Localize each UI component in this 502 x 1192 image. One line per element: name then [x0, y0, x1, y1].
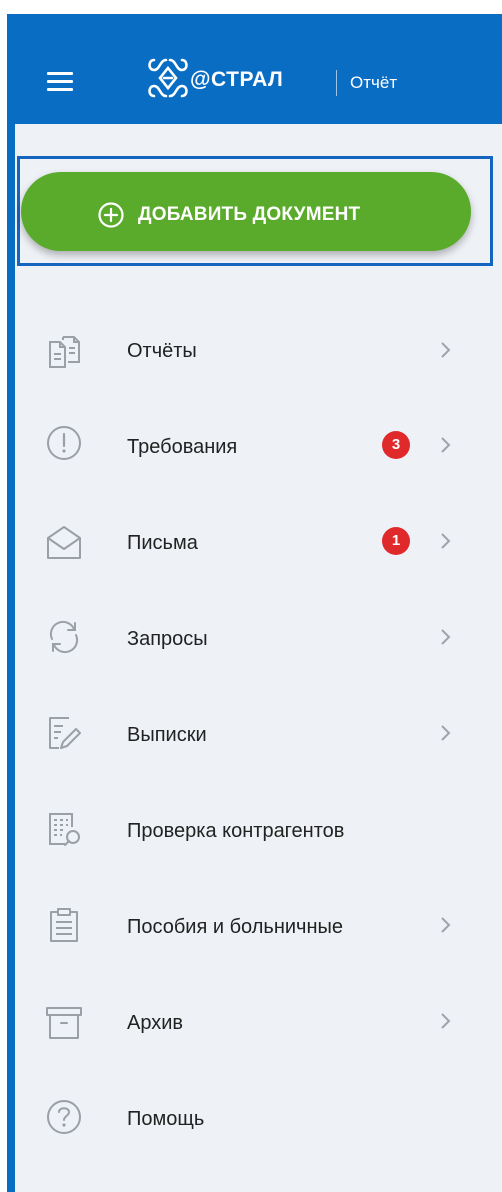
menu-item-label: Отчёты: [127, 340, 197, 362]
hamburger-menu-icon[interactable]: [47, 72, 73, 92]
envelope-icon: [47, 526, 81, 559]
chevron-right-icon: [441, 917, 451, 933]
menu-item-label: Запросы: [127, 628, 208, 650]
documents-icon: [49, 336, 80, 368]
menu-item-label: Проверка контрагентов: [127, 820, 345, 842]
refresh-icon: [49, 620, 79, 654]
menu-item-counterparty-check[interactable]: Проверка контрагентов: [15, 782, 502, 878]
exclamation-circle-icon: [47, 426, 81, 460]
menu-item-label: Выписки: [127, 724, 207, 746]
menu-item-label: Требования: [127, 436, 238, 458]
chevron-right-icon: [441, 342, 451, 358]
menu-item-requests[interactable]: Запросы: [15, 590, 502, 686]
menu-item-label: Архив: [127, 1012, 184, 1034]
menu-item-label: Письма: [127, 532, 198, 554]
menu-item-help[interactable]: Помощь: [15, 1070, 502, 1166]
notification-badge: 1: [382, 527, 410, 555]
notification-badge: 3: [382, 431, 410, 459]
chevron-right-icon: [441, 437, 451, 453]
chevron-right-icon: [441, 629, 451, 645]
add-document-label: ДОБАВИТЬ ДОКУМЕНТ: [138, 204, 361, 225]
menu-item-benefits[interactable]: Пособия и больничные: [15, 878, 502, 974]
document-search-icon: [49, 813, 80, 846]
menu-item-reports[interactable]: Отчёты: [15, 302, 502, 398]
brand-divider: [336, 70, 337, 96]
document-edit-icon: [49, 717, 81, 749]
menu-item-label: Помощь: [127, 1108, 205, 1130]
brand-name: @СТРАЛ: [190, 68, 284, 91]
archive-box-icon: [46, 1007, 82, 1039]
question-circle-icon: [47, 1100, 81, 1134]
plus-circle-icon: [98, 202, 124, 228]
chevron-right-icon: [441, 725, 451, 741]
menu-item-letters[interactable]: Письма 1: [15, 494, 502, 590]
product-name: Отчёт: [350, 73, 398, 92]
astral-logo-icon: [148, 58, 188, 98]
menu-item-label: Пособия и больничные: [127, 916, 343, 938]
clipboard-icon: [50, 908, 78, 942]
menu-item-requirements[interactable]: Требования 3: [15, 398, 502, 494]
menu-item-statements[interactable]: Выписки: [15, 686, 502, 782]
chevron-right-icon: [441, 533, 451, 549]
menu-item-archive[interactable]: Архив: [15, 974, 502, 1070]
chevron-right-icon: [441, 1013, 451, 1029]
